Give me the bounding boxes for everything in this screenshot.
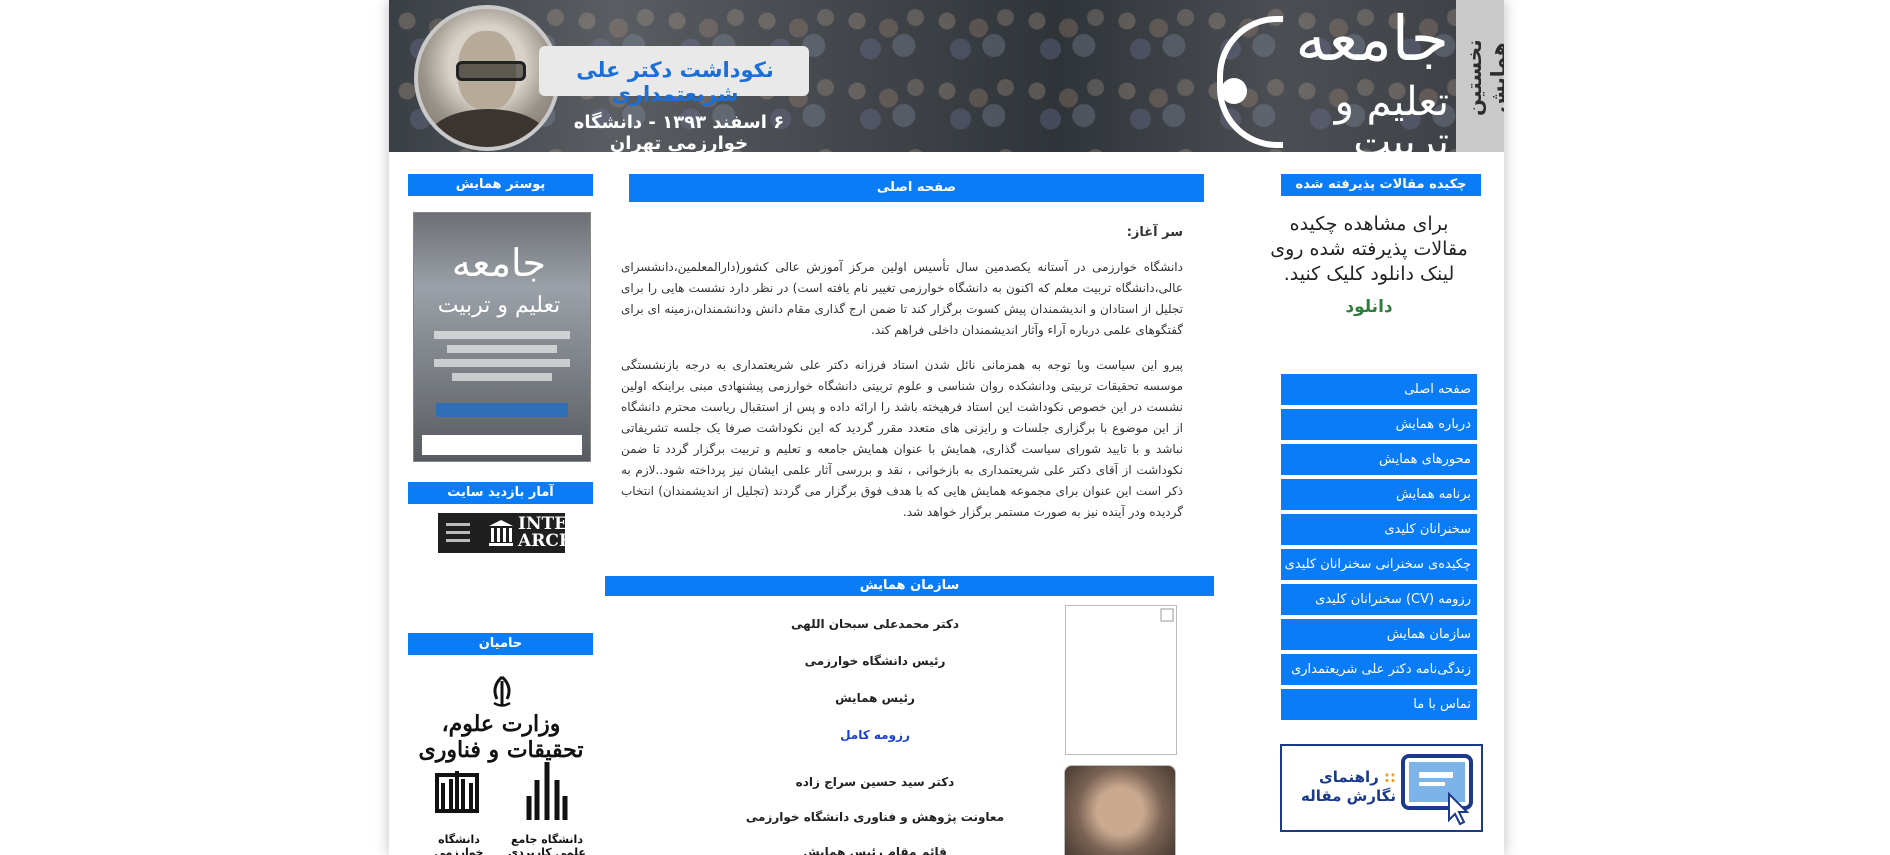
organizer-2-role: معاونت پژوهش و فناوری دانشگاه خوارزمی xyxy=(745,810,1005,824)
main-navigation: صفحه اصلی درباره همایش محورهای همایش برن… xyxy=(1280,374,1480,724)
banner-date: ۶ اسفند ۱۳۹۳ - دانشگاه خوارزمی تهران xyxy=(573,112,785,152)
document-click-icon xyxy=(1401,754,1473,826)
organization-section-title: سازمان همایش xyxy=(605,576,1214,596)
home-section-title: صفحه اصلی xyxy=(629,174,1204,202)
organizer-photo-2 xyxy=(1064,765,1176,855)
uni2-caption: دانشگاه جامع علمی کاربردی xyxy=(508,833,586,855)
poster-main-text: جامعه xyxy=(451,241,547,285)
nav-item-keynote-abstracts[interactable]: چکیده‌ی سخنرانی سخنرانان کلیدی xyxy=(1280,549,1477,580)
abstracts-description: برای مشاهده چکیده مقالات پذیرفته شده روی… xyxy=(1270,213,1468,285)
nav-item-organization[interactable]: سازمان همایش xyxy=(1280,619,1477,650)
sponsor-ministry[interactable]: وزارت علوم، تحقیقات و فناوری xyxy=(413,675,589,763)
intro-paragraph-2: پیرو این سیاست وبا توجه به همزمانی نائل … xyxy=(621,358,1183,519)
header-banner: نکوداشت دکتر علی شریعتمداری ۶ اسفند ۱۳۹۳… xyxy=(389,0,1504,152)
applied-science-university-logo[interactable] xyxy=(519,760,575,830)
sponsors-section-title: حامیان xyxy=(408,633,593,655)
nav-item-contact[interactable]: تماس با ما xyxy=(1280,689,1477,720)
banner-title: نکوداشت دکتر علی شریعتمداری xyxy=(576,58,774,106)
vertical-label: نخستین همایش xyxy=(1462,39,1504,117)
counter-label: INTE ARCH xyxy=(518,516,575,550)
visit-counter-widget[interactable]: INTE ARCH xyxy=(438,513,575,553)
vertical-strip: نخستین همایش xyxy=(1456,0,1504,152)
iran-emblem-icon xyxy=(493,675,511,707)
organizer-2-title: قائم مقام رئیس همایش xyxy=(803,845,947,855)
guide-text: راهنمای نگارش مقاله xyxy=(1301,768,1396,805)
archive-building-icon xyxy=(489,520,513,546)
nav-item-home[interactable]: صفحه اصلی xyxy=(1280,374,1477,405)
intro-heading: سر آغاز: xyxy=(1126,225,1183,240)
uni1-caption: دانشگاه خوارزمی xyxy=(434,833,484,855)
counter-label-line2: ARCH xyxy=(518,531,575,551)
intro-paragraph-1: دانشگاه خوارزمی در آستانه یکصدمین سال تأ… xyxy=(621,260,1183,337)
stats-section-title: آمار بازدید سایت xyxy=(408,482,593,504)
download-link[interactable]: دانلود xyxy=(1269,297,1469,317)
conference-poster[interactable]: جامعه تعلیم و تربیت xyxy=(413,212,591,462)
nav-item-keynote-cv[interactable]: رزومه (CV) سخنرانان کلیدی xyxy=(1280,584,1477,615)
logo-main-text: جامعه xyxy=(1295,2,1449,75)
conference-logo: جامعه تعلیم و تربیت نخستین همایش xyxy=(1209,0,1504,152)
nav-item-keynote-speakers[interactable]: سخنرانان کلیدی xyxy=(1280,514,1477,545)
kharazmi-university-logo[interactable] xyxy=(429,765,485,835)
intro-article: سر آغاز: دانشگاه خوارزمی در آستانه یکصدم… xyxy=(621,222,1183,537)
nav-item-biography[interactable]: زندگی‌نامه دکتر علی شریعتمداری xyxy=(1280,654,1477,685)
nav-item-topics[interactable]: محورهای همایش xyxy=(1280,444,1477,475)
organizer-1-role: رئیس دانشگاه خوارزمی xyxy=(804,654,946,668)
organizer-1-name: دکتر محمدعلی سبحان اللهی xyxy=(791,617,959,631)
guide-dots: :: xyxy=(1384,768,1396,786)
poster-sub-text: تعلیم و تربیت xyxy=(437,293,561,318)
sponsor-universities: دانشگاه خوارزمی دانشگاه جامع علمی کاربرد… xyxy=(419,760,589,855)
nav-item-program[interactable]: برنامه همایش xyxy=(1280,479,1477,510)
poster-logos-strip xyxy=(422,435,582,455)
ministry-name: وزارت علوم، تحقیقات و فناوری xyxy=(418,711,584,763)
abstracts-section-title: چکیده مقالات پذیرفته شده xyxy=(1281,174,1481,196)
broken-image-icon xyxy=(1160,608,1174,622)
poster-section-title: پوستر همایش xyxy=(408,174,593,196)
paper-guide-banner[interactable]: :: راهنمای نگارش مقاله xyxy=(1280,744,1483,832)
menu-icon[interactable] xyxy=(446,523,470,543)
logo-sub-text: تعلیم و تربیت xyxy=(1334,79,1449,152)
organizer-2-name: دکتر سید حسین سراج زاده xyxy=(795,775,955,789)
nav-item-about[interactable]: درباره همایش xyxy=(1280,409,1477,440)
page-container: نکوداشت دکتر علی شریعتمداری ۶ اسفند ۱۳۹۳… xyxy=(389,0,1504,855)
organizer-1-title: رئیس همایش xyxy=(835,691,915,705)
guide-label: :: راهنمای نگارش مقاله xyxy=(1286,768,1396,806)
organizer-1-cv-link[interactable]: رزومه کامل xyxy=(715,728,1035,742)
organizer-photo-1 xyxy=(1065,605,1177,755)
